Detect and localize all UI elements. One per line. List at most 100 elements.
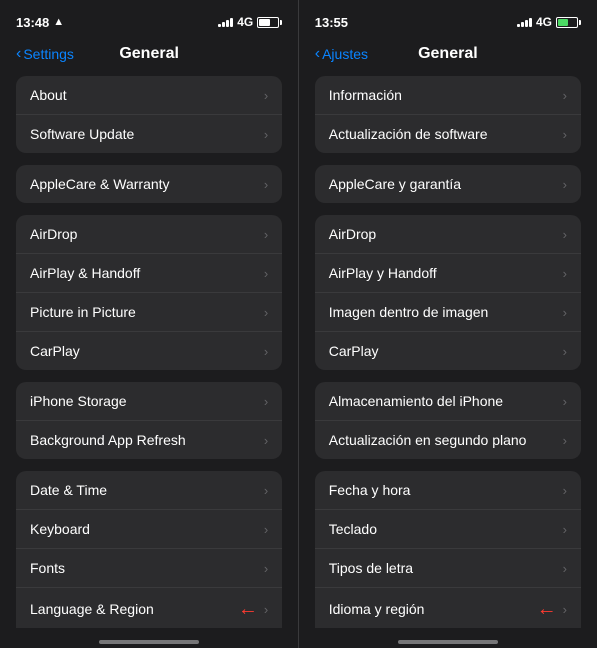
right-content: Información › Actualización de software … xyxy=(299,76,597,628)
list-item[interactable]: Teclado › xyxy=(315,510,581,549)
list-item[interactable]: AirDrop › xyxy=(315,215,581,254)
list-item[interactable]: Actualización en segundo plano › xyxy=(315,421,581,459)
language-region-item[interactable]: Language & Region ← › xyxy=(16,588,282,628)
item-label: Fonts xyxy=(30,560,65,576)
signal-bar-2 xyxy=(521,22,524,27)
list-item[interactable]: Actualización de software › xyxy=(315,115,581,153)
right-nav-title: General xyxy=(418,45,478,63)
item-label: CarPlay xyxy=(329,343,379,359)
item-label: Actualización de software xyxy=(329,126,488,142)
chevron-right-icon: › xyxy=(563,433,567,448)
left-group-3: AirDrop › AirPlay & Handoff › Picture in… xyxy=(16,215,282,370)
chevron-right-icon: › xyxy=(264,433,268,448)
list-item[interactable]: CarPlay › xyxy=(16,332,282,370)
right-panel: 13:55 4G ‹ Ajustes General xyxy=(299,0,597,648)
battery-fill xyxy=(558,19,568,26)
location-icon: ▲ xyxy=(53,16,64,28)
left-section-1: About › Software Update › xyxy=(16,76,282,153)
time-display: 13:48 xyxy=(16,15,49,30)
left-panel: 13:48 ▲ 4G ‹ Settings General xyxy=(0,0,298,648)
left-group-2: AppleCare & Warranty › xyxy=(16,165,282,203)
item-label: Keyboard xyxy=(30,521,90,537)
list-item[interactable]: CarPlay › xyxy=(315,332,581,370)
right-back-button[interactable]: ‹ Ajustes xyxy=(315,45,368,63)
list-item[interactable]: AppleCare & Warranty › xyxy=(16,165,282,203)
left-back-button[interactable]: ‹ Settings xyxy=(16,45,74,63)
list-item[interactable]: AppleCare y garantía › xyxy=(315,165,581,203)
list-item[interactable]: Fonts › xyxy=(16,549,282,588)
left-status-bar: 13:48 ▲ 4G xyxy=(0,0,298,36)
list-item[interactable]: Background App Refresh › xyxy=(16,421,282,459)
chevron-right-icon: › xyxy=(264,561,268,576)
right-status-icons: 4G xyxy=(517,15,581,29)
right-section-2: AppleCare y garantía › xyxy=(315,165,581,203)
chevron-right-icon: › xyxy=(264,266,268,281)
left-section-5: Date & Time › Keyboard › Fonts › Languag… xyxy=(16,471,282,628)
signal-bar-4 xyxy=(529,18,532,27)
left-group-4: iPhone Storage › Background App Refresh … xyxy=(16,382,282,459)
signal-bar-3 xyxy=(226,20,229,27)
list-item[interactable]: Tipos de letra › xyxy=(315,549,581,588)
chevron-right-icon: › xyxy=(264,522,268,537)
left-time: 13:48 ▲ xyxy=(16,15,64,30)
left-nav-title: General xyxy=(119,45,179,63)
list-item[interactable]: Información › xyxy=(315,76,581,115)
battery-tip xyxy=(280,20,282,25)
list-item[interactable]: AirPlay & Handoff › xyxy=(16,254,282,293)
home-bar xyxy=(99,640,199,644)
chevron-right-icon: › xyxy=(264,88,268,103)
list-item[interactable]: About › xyxy=(16,76,282,115)
item-label: Fecha y hora xyxy=(329,482,411,498)
item-label: AirPlay y Handoff xyxy=(329,265,437,281)
item-label: AirDrop xyxy=(30,226,77,242)
right-time: 13:55 xyxy=(315,15,348,30)
list-item[interactable]: Fecha y hora › xyxy=(315,471,581,510)
left-home-indicator xyxy=(0,628,298,648)
list-item[interactable]: Software Update › xyxy=(16,115,282,153)
back-label: Ajustes xyxy=(322,46,368,62)
right-group-3: AirDrop › AirPlay y Handoff › Imagen den… xyxy=(315,215,581,370)
list-item[interactable]: Date & Time › xyxy=(16,471,282,510)
signal-bars xyxy=(517,17,532,27)
battery-icon xyxy=(556,17,581,28)
list-item[interactable]: iPhone Storage › xyxy=(16,382,282,421)
right-group-5: Fecha y hora › Teclado › Tipos de letra … xyxy=(315,471,581,628)
list-item[interactable]: Keyboard › xyxy=(16,510,282,549)
list-item[interactable]: Imagen dentro de imagen › xyxy=(315,293,581,332)
back-chevron: ‹ xyxy=(16,45,21,63)
list-item[interactable]: AirDrop › xyxy=(16,215,282,254)
red-arrow-icon: ← xyxy=(238,599,258,619)
list-item[interactable]: Picture in Picture › xyxy=(16,293,282,332)
left-content: About › Software Update › AppleCare & Wa… xyxy=(0,76,298,628)
signal-bar-1 xyxy=(517,24,520,27)
battery-fill xyxy=(259,19,269,26)
chevron-right-icon: › xyxy=(563,561,567,576)
left-nav-bar: ‹ Settings General xyxy=(0,36,298,76)
right-nav-bar: ‹ Ajustes General xyxy=(299,36,597,76)
item-label: AirPlay & Handoff xyxy=(30,265,140,281)
item-label: Date & Time xyxy=(30,482,107,498)
chevron-right-icon: › xyxy=(264,227,268,242)
list-item[interactable]: AirPlay y Handoff › xyxy=(315,254,581,293)
item-label: Información xyxy=(329,87,402,103)
chevron-right-icon: › xyxy=(563,266,567,281)
chevron-right-icon: › xyxy=(264,394,268,409)
item-right: ← › xyxy=(537,599,567,619)
network-type: 4G xyxy=(237,15,253,29)
network-type: 4G xyxy=(536,15,552,29)
item-label: Software Update xyxy=(30,126,134,142)
back-label: Settings xyxy=(23,46,74,62)
signal-bar-3 xyxy=(525,20,528,27)
chevron-right-icon: › xyxy=(264,344,268,359)
back-chevron: ‹ xyxy=(315,45,320,63)
signal-bar-1 xyxy=(218,24,221,27)
chevron-right-icon: › xyxy=(563,227,567,242)
idioma-region-item[interactable]: Idioma y región ← › xyxy=(315,588,581,628)
right-section-4: Almacenamiento del iPhone › Actualizació… xyxy=(315,382,581,459)
chevron-right-icon: › xyxy=(264,483,268,498)
list-item[interactable]: Almacenamiento del iPhone › xyxy=(315,382,581,421)
chevron-right-icon: › xyxy=(264,127,268,142)
item-label: About xyxy=(30,87,67,103)
item-label: Language & Region xyxy=(30,601,154,617)
item-label: Tipos de letra xyxy=(329,560,413,576)
